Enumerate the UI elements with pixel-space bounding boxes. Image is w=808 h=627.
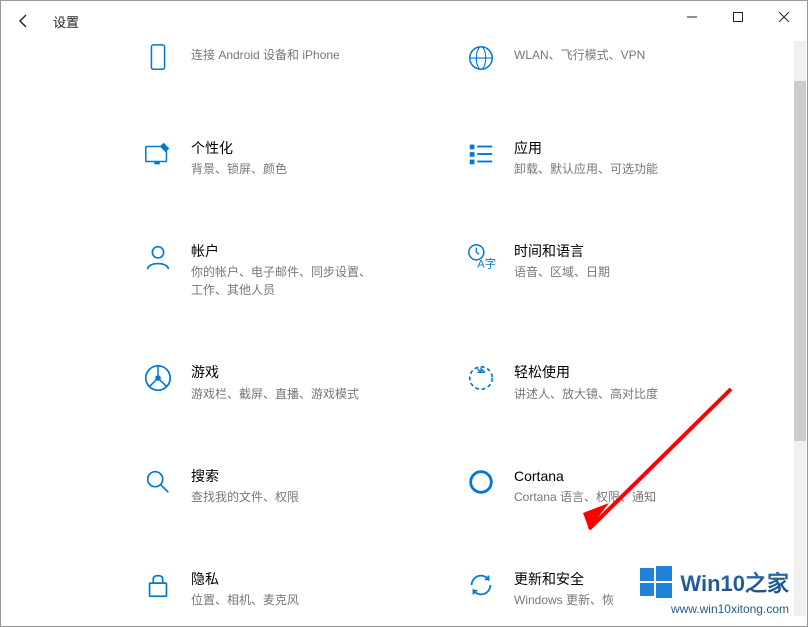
- personalization-icon: [141, 137, 175, 171]
- tile-title: 个性化: [191, 139, 287, 157]
- tile-desc: Windows 更新、恢: [514, 591, 614, 609]
- ease-of-access-icon: [464, 361, 498, 395]
- time-language-icon: A字: [464, 240, 498, 274]
- close-icon: [779, 12, 789, 22]
- titlebar: 设置: [1, 1, 807, 41]
- window-controls: [669, 1, 807, 33]
- tile-title: 更新和安全: [514, 570, 614, 588]
- settings-tile-ease-of-access[interactable]: 轻松使用 讲述人、放大镜、高对比度: [464, 361, 767, 402]
- update-icon: [464, 568, 498, 602]
- arrow-left-icon: [16, 13, 32, 29]
- settings-tile-privacy[interactable]: 隐私 位置、相机、麦克风: [141, 568, 444, 609]
- settings-tile-accounts[interactable]: 帐户 你的帐户、电子邮件、同步设置、工作、其他人员: [141, 240, 444, 299]
- apps-icon: [464, 137, 498, 171]
- phone-icon: [141, 41, 175, 75]
- settings-tile-phone[interactable]: 连接 Android 设备和 iPhone: [141, 41, 444, 75]
- globe-icon: [464, 41, 498, 75]
- settings-tile-network[interactable]: WLAN、飞行模式、VPN: [464, 41, 767, 75]
- settings-tile-update-security[interactable]: 更新和安全 Windows 更新、恢: [464, 568, 767, 609]
- settings-grid: 连接 Android 设备和 iPhone WLAN、飞行模式、VPN 个性化 …: [141, 41, 767, 609]
- back-button[interactable]: [1, 1, 47, 41]
- maximize-icon: [733, 12, 743, 22]
- page-title: 设置: [53, 12, 79, 31]
- close-button[interactable]: [761, 1, 807, 33]
- minimize-button[interactable]: [669, 1, 715, 33]
- tile-title: 应用: [514, 139, 658, 157]
- gaming-icon: [141, 361, 175, 395]
- maximize-button[interactable]: [715, 1, 761, 33]
- minimize-icon: [687, 12, 697, 22]
- settings-tile-gaming[interactable]: 游戏 游戏栏、截屏、直播、游戏模式: [141, 361, 444, 402]
- settings-tile-cortana[interactable]: Cortana Cortana 语言、权限、通知: [464, 465, 767, 506]
- tile-desc: WLAN、飞行模式、VPN: [514, 46, 645, 64]
- tile-desc: 语音、区域、日期: [514, 263, 610, 281]
- settings-tile-personalization[interactable]: 个性化 背景、锁屏、颜色: [141, 137, 444, 178]
- accounts-icon: [141, 240, 175, 274]
- cortana-icon: [464, 465, 498, 499]
- tile-desc: 讲述人、放大镜、高对比度: [514, 385, 658, 403]
- tile-desc: 连接 Android 设备和 iPhone: [191, 46, 340, 64]
- tile-title: 游戏: [191, 363, 359, 381]
- settings-content: 连接 Android 设备和 iPhone WLAN、飞行模式、VPN 个性化 …: [1, 41, 807, 626]
- settings-tile-apps[interactable]: 应用 卸载、默认应用、可选功能: [464, 137, 767, 178]
- tile-title: 搜索: [191, 467, 299, 485]
- search-icon: [141, 465, 175, 499]
- tile-desc: 游戏栏、截屏、直播、游戏模式: [191, 385, 359, 403]
- tile-desc: 查找我的文件、权限: [191, 488, 299, 506]
- privacy-icon: [141, 568, 175, 602]
- settings-tile-search[interactable]: 搜索 查找我的文件、权限: [141, 465, 444, 506]
- tile-desc: 卸载、默认应用、可选功能: [514, 160, 658, 178]
- tile-title: 时间和语言: [514, 242, 610, 260]
- tile-desc: Cortana 语言、权限、通知: [514, 488, 656, 506]
- tile-desc: 位置、相机、麦克风: [191, 591, 299, 609]
- tile-title: 帐户: [191, 242, 371, 260]
- tile-title: 轻松使用: [514, 363, 658, 381]
- tile-title: Cortana: [514, 467, 656, 485]
- tile-desc: 背景、锁屏、颜色: [191, 160, 287, 178]
- svg-text:A字: A字: [477, 257, 496, 271]
- tile-title: 隐私: [191, 570, 299, 588]
- tile-desc: 你的帐户、电子邮件、同步设置、工作、其他人员: [191, 263, 371, 299]
- settings-tile-time-language[interactable]: A字 时间和语言 语音、区域、日期: [464, 240, 767, 299]
